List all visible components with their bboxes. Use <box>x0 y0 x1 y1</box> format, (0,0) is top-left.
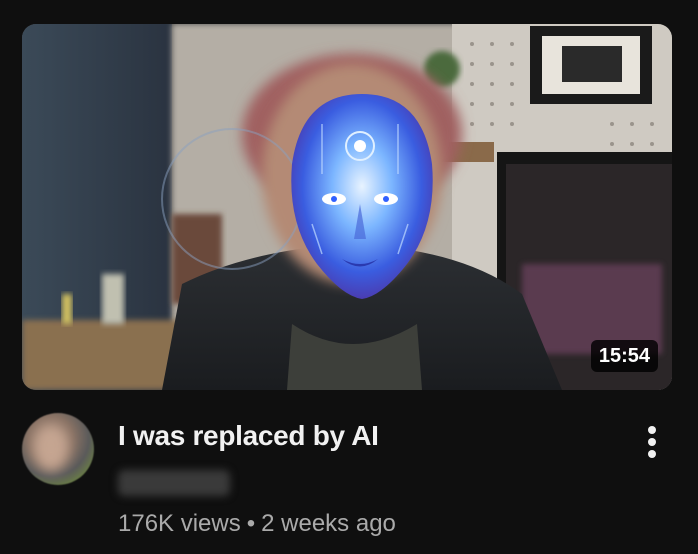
more-vert-icon[interactable] <box>638 422 666 462</box>
channel-avatar[interactable] <box>22 413 94 485</box>
meta-separator: • <box>246 510 256 537</box>
channel-name[interactable] <box>118 470 230 496</box>
duration-badge: 15:54 <box>590 340 658 372</box>
video-thumbnail[interactable]: 15:54 <box>22 24 672 390</box>
video-metadata: 176K views • 2 weeks ago <box>118 508 396 540</box>
video-title[interactable]: I was replaced by AI <box>118 418 379 454</box>
upload-age: 2 weeks ago <box>261 510 396 537</box>
thumbnail-image <box>22 24 672 390</box>
view-count: 176K views <box>118 510 241 537</box>
